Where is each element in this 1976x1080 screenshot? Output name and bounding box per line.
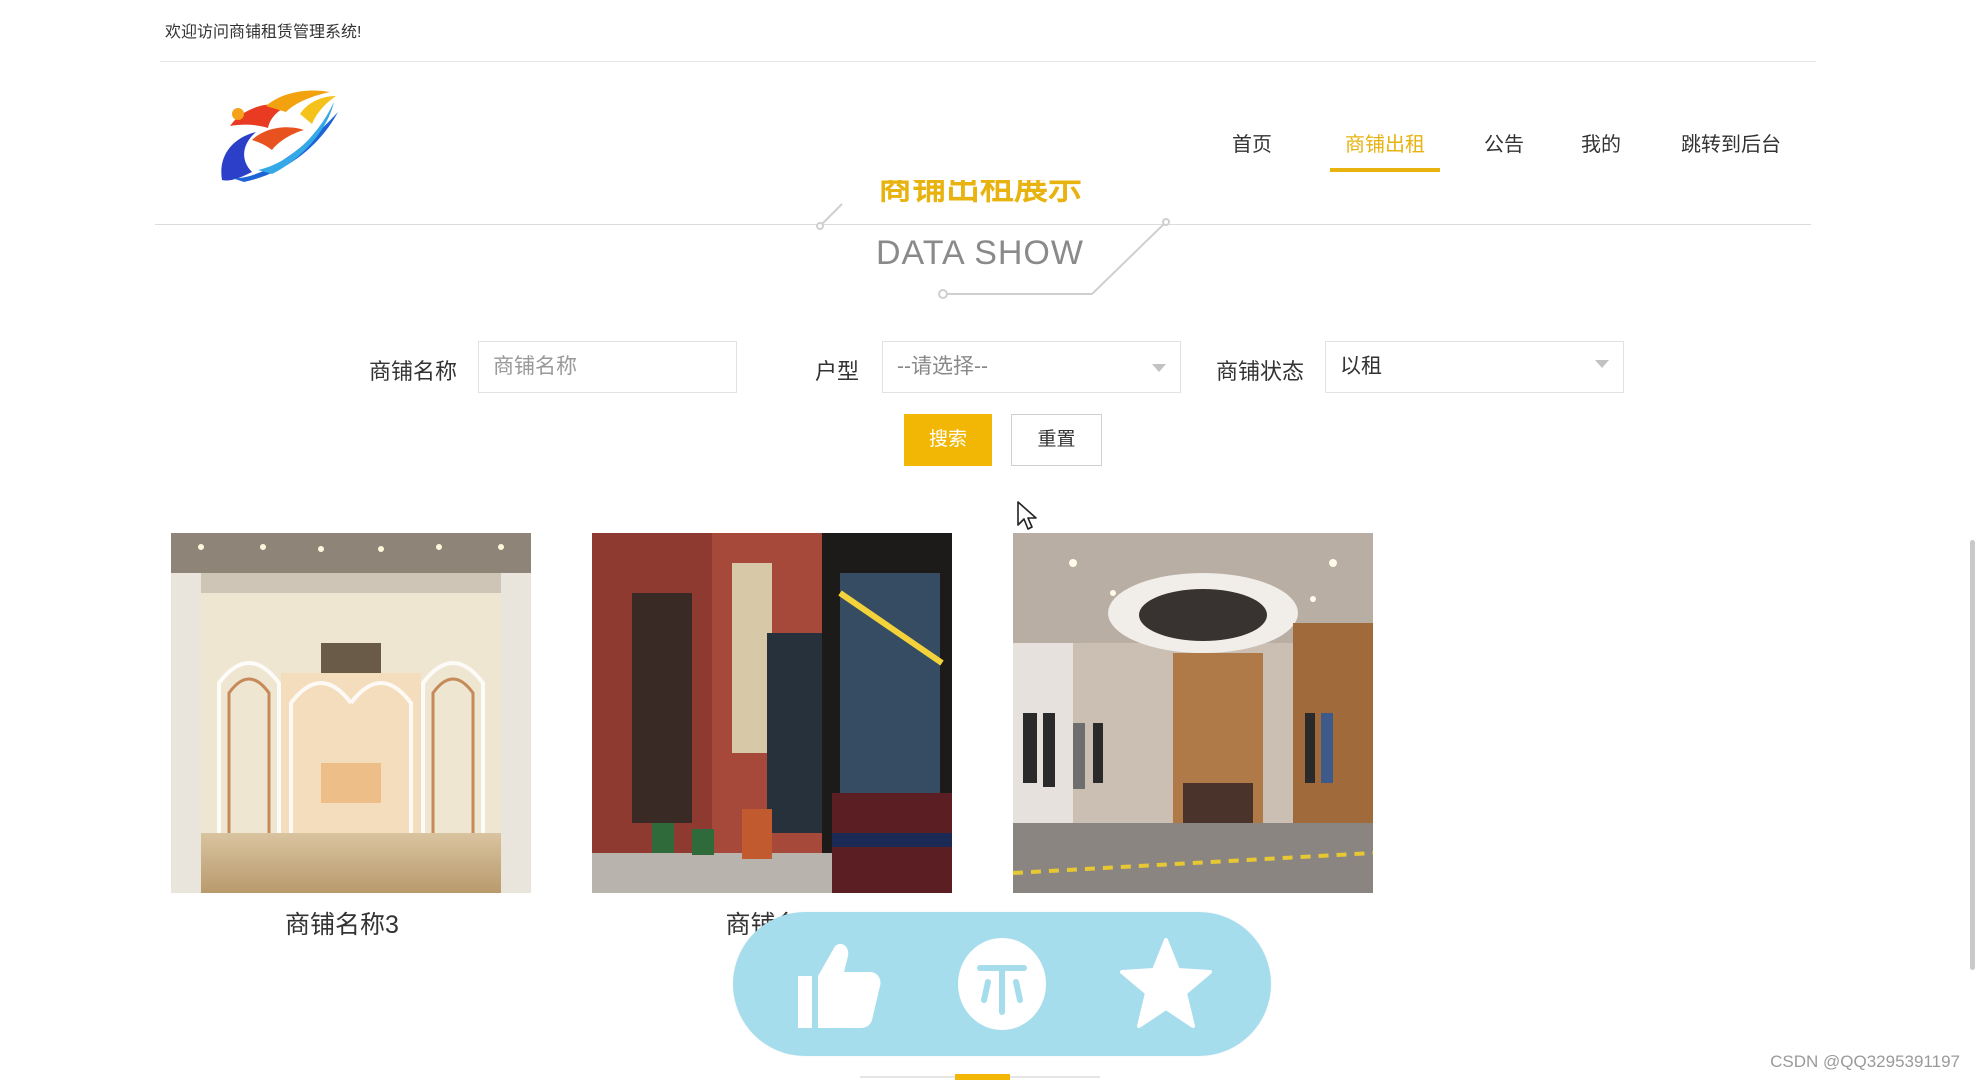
- shop-name-label: 商铺名称: [369, 359, 458, 384]
- chevron-down-icon: [1152, 364, 1166, 372]
- shop-image-storefront[interactable]: [592, 533, 952, 893]
- chevron-down-icon: [1595, 360, 1609, 368]
- shop-image-clothing-store[interactable]: [1013, 533, 1373, 893]
- layout-type-label: 户型: [815, 359, 860, 384]
- nav-announcements[interactable]: 公告: [1482, 126, 1526, 172]
- shop-status-value: 以租: [1340, 355, 1382, 378]
- star-icon[interactable]: [1118, 936, 1214, 1032]
- shop-image-store-interior[interactable]: [171, 533, 531, 893]
- coin-icon[interactable]: [954, 936, 1050, 1032]
- nav-mine[interactable]: 我的: [1579, 126, 1623, 172]
- shop-status-label: 商铺状态: [1216, 359, 1305, 384]
- section-title-cn: 商铺出租展示: [878, 180, 1082, 207]
- thumbs-up-icon[interactable]: [788, 936, 884, 1032]
- welcome-text: 欢迎访问商铺租赁管理系统!: [165, 24, 362, 41]
- scrollbar-thumb[interactable]: [1970, 540, 1975, 970]
- section-title-en: DATA SHOW: [876, 234, 1084, 272]
- nav-home[interactable]: 首页: [1230, 126, 1274, 172]
- layout-type-select[interactable]: --请选择--: [882, 341, 1181, 393]
- search-button[interactable]: 搜索: [904, 414, 992, 466]
- shop-card[interactable]: [1013, 533, 1373, 905]
- nav-shop-rental[interactable]: 商铺出租: [1330, 126, 1440, 172]
- layout-type-value: --请选择--: [897, 355, 988, 378]
- watermark: CSDN @QQ3295391197: [1770, 1052, 1960, 1071]
- shop-card[interactable]: 商铺名称3: [171, 533, 531, 941]
- shop-name[interactable]: 商铺名称3: [171, 905, 513, 941]
- pagination-peek: [860, 1074, 1100, 1080]
- site-logo[interactable]: [212, 84, 344, 186]
- floating-action-bar: [733, 912, 1271, 1056]
- shop-status-select[interactable]: 以租: [1325, 341, 1624, 393]
- shop-card[interactable]: 商铺名: [592, 533, 952, 941]
- top-divider: [160, 61, 1816, 62]
- mouse-cursor-icon: [1017, 501, 1037, 530]
- shop-name-input[interactable]: 商铺名称: [478, 341, 737, 393]
- nav-go-admin[interactable]: 跳转到后台: [1676, 126, 1786, 172]
- reset-button[interactable]: 重置: [1011, 414, 1102, 466]
